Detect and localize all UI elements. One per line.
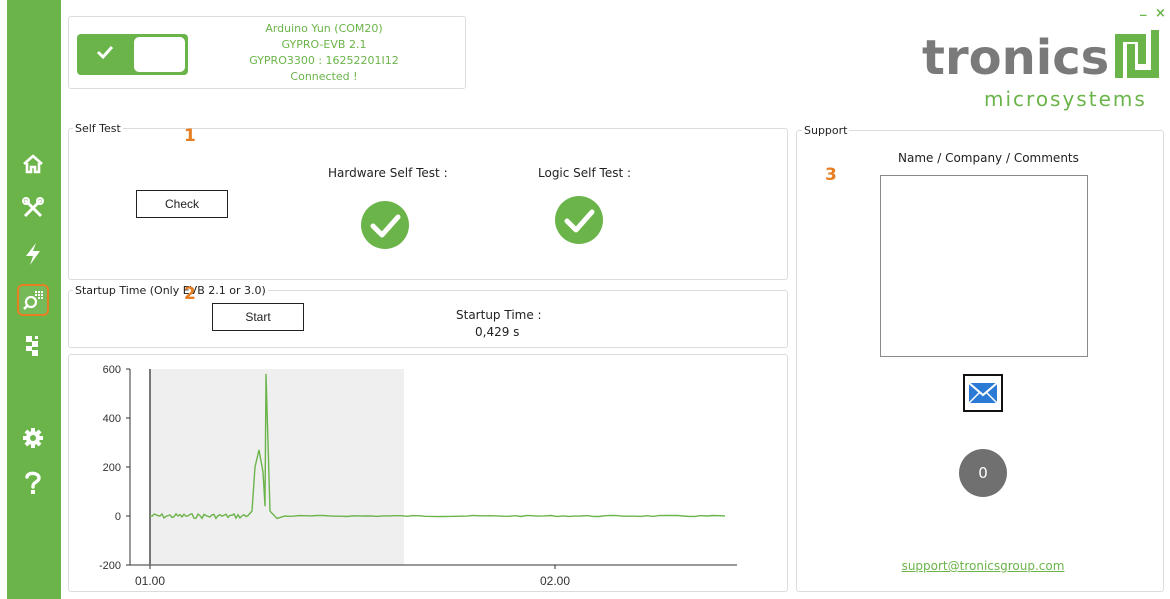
send-email-button[interactable] (963, 374, 1003, 412)
nav-settings[interactable] (17, 422, 49, 454)
trigger-window-region (150, 369, 404, 565)
annotation-3: 3 (825, 165, 837, 185)
startup-chart-panel: 600 400 200 0 -200 01.00 02.00 (68, 354, 788, 592)
message-counter: 0 (959, 449, 1007, 497)
nav-home[interactable] (17, 148, 49, 180)
y-tick-label: 200 (103, 462, 121, 474)
svg-text:microsystems: microsystems (984, 87, 1147, 111)
help-icon (25, 471, 41, 494)
nav-power[interactable] (17, 238, 49, 270)
hardware-pass-icon (361, 201, 409, 249)
y-tick-label: -200 (99, 560, 121, 572)
check-button[interactable]: Check (136, 190, 228, 218)
annotation-1: 1 (184, 126, 196, 146)
x-tick-label: 02.00 (540, 574, 570, 588)
mail-icon (969, 383, 997, 403)
startup-time-panel (68, 290, 788, 348)
tronics-logo: tronics microsystems (920, 24, 1170, 114)
check-icon (96, 45, 114, 60)
sidebar (7, 0, 61, 599)
start-button[interactable]: Start (212, 303, 304, 331)
comments-label: Name / Company / Comments (898, 151, 1079, 165)
logic-pass-icon (555, 196, 603, 244)
y-tick-label: 600 (103, 364, 121, 376)
hardware-self-test-label: Hardware Self Test : (328, 166, 448, 180)
connection-status-text: Connected ! (290, 70, 358, 83)
minimize-button[interactable]: _ (1140, 2, 1147, 17)
support-title: Support (802, 124, 850, 137)
self-test-title: Self Test (73, 122, 123, 135)
nav-tools[interactable] (17, 192, 49, 224)
y-tick-label: 0 (115, 511, 121, 523)
nav-help[interactable] (17, 467, 49, 499)
sensor-serial: GYPRO3300 : 16252201I12 (249, 54, 399, 67)
startup-time-title: Startup Time (Only EVB 2.1 or 3.0) (73, 284, 268, 297)
x-tick-label: 01.00 (135, 574, 165, 588)
y-tick-label: 400 (103, 413, 121, 425)
nav-diagnostics[interactable] (17, 284, 49, 316)
device-port: Arduino Yun (COM20) (265, 22, 383, 35)
logic-self-test-label: Logic Self Test : (538, 166, 632, 180)
puzzle-icon (26, 336, 38, 356)
home-icon (23, 154, 43, 174)
search-chip-icon (23, 291, 43, 310)
startup-chart: 600 400 200 0 -200 01.00 02.00 (99, 364, 737, 588)
support-email-link[interactable]: support@tronicsgroup.com (820, 559, 1146, 573)
annotation-2: 2 (184, 284, 196, 304)
connection-status-panel: Arduino Yun (COM20) GYPRO-EVB 2.1 GYPRO3… (68, 16, 466, 89)
lightning-icon (26, 243, 40, 265)
close-button[interactable]: × (1155, 6, 1166, 21)
startup-time-label: Startup Time : (456, 308, 542, 322)
board-version: GYPRO-EVB 2.1 (281, 38, 367, 51)
connection-toggle[interactable] (77, 34, 188, 75)
tools-icon (22, 197, 44, 218)
comments-textarea[interactable] (880, 175, 1088, 357)
gear-icon (23, 428, 43, 448)
brand-name: tronics (922, 30, 1109, 86)
toggle-knob (134, 37, 185, 72)
startup-time-value: 0,429 s (475, 325, 520, 339)
nav-modules[interactable] (17, 330, 49, 362)
